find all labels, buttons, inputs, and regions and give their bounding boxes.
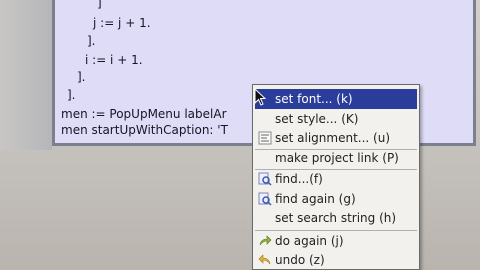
menu-item-set-search-string[interactable]: set search string (h) xyxy=(255,208,417,228)
menu-item-find[interactable]: find...(f) xyxy=(255,169,417,189)
menu-item-label: find again (g) xyxy=(275,192,356,206)
menu-item-label: set alignment... (u) xyxy=(275,131,391,145)
menu-item-find-again[interactable]: find again (g) xyxy=(255,189,417,209)
align-icon xyxy=(258,131,272,145)
menu-item-set-alignment[interactable]: set alignment... (u) xyxy=(255,128,417,148)
code-line: ] xyxy=(97,0,102,10)
code-line: i := i + 1. xyxy=(85,53,143,67)
context-menu: set font... (k) set style... (K) set ali… xyxy=(252,84,420,270)
menu-item-label: set search string (h) xyxy=(275,211,397,225)
code-line: j := j + 1. xyxy=(93,16,151,30)
menu-item-set-font[interactable]: set font... (k) xyxy=(255,89,417,109)
menu-item-label: find...(f) xyxy=(275,172,323,186)
menu-item-label: do again (j) xyxy=(275,234,344,248)
left-panel-edge xyxy=(0,0,52,150)
menu-item-label: make project link (P) xyxy=(275,151,399,165)
code-line: men := PopUpMenu labelAr xyxy=(61,107,227,121)
redo-arrow-icon xyxy=(259,235,272,246)
find-again-icon xyxy=(258,192,272,206)
code-line: ]. xyxy=(77,70,86,84)
code-line: men startUpWithCaption: 'T xyxy=(61,123,228,137)
code-line: ]. xyxy=(87,34,96,48)
menu-item-label: set font... (k) xyxy=(275,92,353,106)
menu-item-undo[interactable]: undo (z) xyxy=(255,250,417,270)
menu-item-label: set style... (K) xyxy=(275,112,359,126)
menu-item-label: undo (z) xyxy=(275,253,325,267)
menu-item-do-again[interactable]: do again (j) xyxy=(255,231,417,251)
code-line: ]. xyxy=(67,88,76,102)
find-icon xyxy=(258,172,272,186)
mouse-pointer-icon xyxy=(254,88,267,106)
menu-item-set-style[interactable]: set style... (K) xyxy=(255,109,417,129)
undo-arrow-icon xyxy=(258,254,271,265)
menu-item-make-project-link[interactable]: make project link (P) xyxy=(255,148,417,168)
